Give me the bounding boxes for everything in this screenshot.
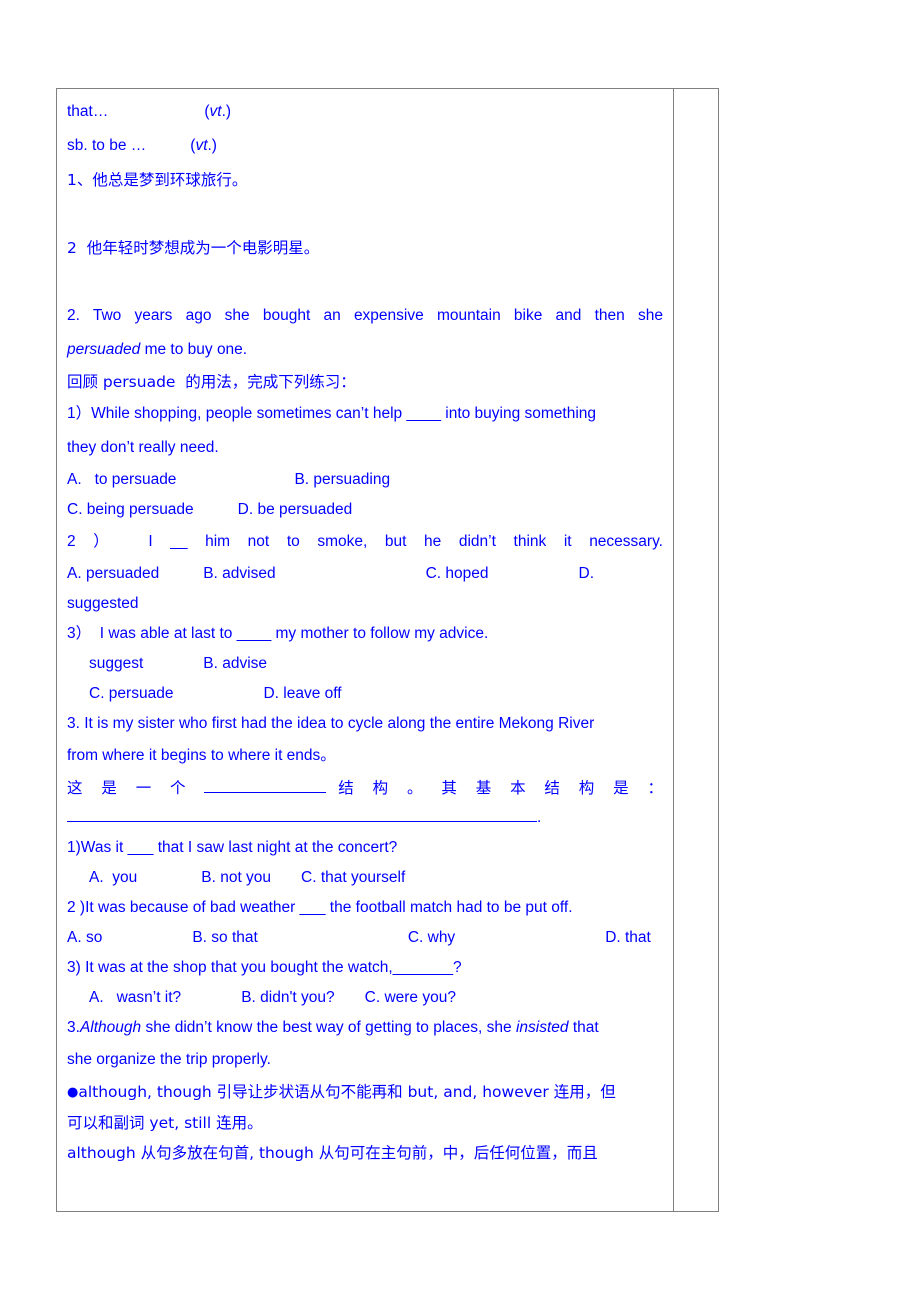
option-a-persuaded[interactable]: A. persuaded [67, 565, 159, 582]
sentence-4-tail: that [568, 1019, 599, 1036]
worksheet-table: that… (vt.) sb. to be … (vt.) 1、他总是梦到环球旅行。… [56, 88, 719, 1212]
blank-space [67, 197, 663, 231]
line-sentence-3-cont: from where it begins to where it ends。 [67, 747, 336, 764]
sentence-4-number: 3. [67, 1019, 80, 1036]
option-b-advised[interactable]: B. advised [203, 565, 275, 582]
line-that-vt: that… (vt.) [67, 95, 663, 129]
line-q3-options-cd: C. persuade D. leave off [67, 679, 663, 709]
word-although: Although [79, 1019, 142, 1036]
option-c-that-yourself[interactable]: C. that yourself [301, 869, 405, 886]
line-cleft-q2-options: A. so B. so that C. why D. that [67, 923, 663, 953]
line-q3-options-ab: suggest B. advise [67, 649, 663, 679]
line-note-although-1: ●although, though 引导让步状语从句不能再和 but, and,… [67, 1077, 663, 1108]
line-cleft-q3-options: A. wasn’t it? B. didn't you? C. were you? [67, 983, 663, 1013]
cn-structure-prefix: 这 是 一 个 [67, 779, 205, 797]
option-c-hoped[interactable]: C. hoped [426, 565, 489, 582]
blank-space [67, 265, 663, 299]
word-insisted: insisted [515, 1019, 569, 1036]
line-cn-structure-fill: 这 是 一 个 结 构 。 其 基 本 结 构 是 ： [67, 773, 663, 803]
line-cn-exercise-2: 2 他年轻时梦想成为一个电影明星。 [67, 239, 320, 257]
cn-structure-suffix: 结 构 。 其 基 本 结 构 是 ： [326, 779, 663, 797]
sentence-4-mid: she didn’t know the best way of getting … [141, 1019, 516, 1036]
structure-blank-period: . [537, 809, 542, 826]
line-q2-stem: 2 ） I __ him not to smoke, but he didn’t… [67, 533, 663, 550]
option-a-suggest[interactable]: suggest [89, 655, 143, 672]
line-q3-stem: 3） I was able at last to ____ my mother … [67, 625, 489, 642]
line-cn-review-persuade: 回顾 persuade 的用法，完成下列练习： [67, 373, 356, 391]
option-d-leave-off[interactable]: D. leave off [263, 685, 341, 702]
line-cn-exercise-1: 1、他总是梦到环球旅行。 [67, 171, 248, 189]
line-sentence-4: 3.Although she didn’t know the best way … [67, 1013, 663, 1043]
line-q1-stem: 1）While shopping, people sometimes can’t… [67, 405, 597, 422]
option-c-being-persuade[interactable]: C. being persuade [67, 501, 194, 518]
option-b-didnt-you[interactable]: B. didn't you? [241, 989, 334, 1006]
option-a-you[interactable]: A. you [89, 869, 137, 886]
word-persuaded: persuaded [67, 341, 141, 358]
option-d-be-persuaded[interactable]: D. be persuaded [238, 501, 353, 518]
main-content-body: that… (vt.) sb. to be … (vt.) 1、他总是梦到环球旅行。… [57, 89, 673, 1172]
table-row: that… (vt.) sb. to be … (vt.) 1、他总是梦到环球旅行。… [56, 88, 719, 1212]
line-cleft-q3-stem: 3) It was at the shop that you bought th… [67, 959, 462, 976]
line-q1-options-ab: A. to persuade B. persuading [67, 465, 663, 495]
line-q1-options-cd: C. being persuade D. be persuaded [67, 495, 663, 525]
line-cleft-q2-stem: 2 )It was because of bad weather ___ the… [67, 899, 573, 916]
line-structure-blank-row: . [67, 803, 663, 833]
line-cleft-q1-options: A. you B. not you C. that yourself [67, 863, 663, 893]
line-sentence-4-cont: she organize the trip properly. [67, 1051, 271, 1068]
line-q1-stem-cont: they don’t really need. [67, 439, 219, 456]
line-that-text: that… [67, 103, 109, 120]
line-cleft-q1-stem: 1)Was it ___ that I saw last night at th… [67, 839, 398, 856]
line-sentence-2: 2. Two years ago she bought an expensive… [67, 307, 663, 324]
note-although-text-1: although, though 引导让步状语从句不能再和 but, and, … [78, 1083, 616, 1101]
option-b-not-you[interactable]: B. not you [201, 869, 271, 886]
line-sb-pos: (vt.) [190, 137, 217, 154]
line-note-although-2: 可以和副词 yet, still 连用。 [67, 1114, 263, 1132]
line-sentence-2-tail: me to buy one. [140, 341, 248, 358]
line-note-although-3: although 从句多放在句首, though 从句可在主句前，中，后任何位置… [67, 1144, 598, 1162]
main-content-cell: that… (vt.) sb. to be … (vt.) 1、他总是梦到环球旅行。… [56, 88, 674, 1212]
line-sentence-2-cont: persuaded me to buy one. [67, 333, 663, 367]
side-note-body [674, 89, 718, 1211]
line-sentence-3: 3. It is my sister who first had the ide… [67, 715, 595, 732]
option-b-advise[interactable]: B. advise [203, 655, 267, 672]
option-b-persuading[interactable]: B. persuading [294, 471, 390, 488]
option-b-so-that[interactable]: B. so that [192, 929, 257, 946]
option-a-so[interactable]: A. so [67, 929, 102, 946]
option-d-that[interactable]: D. that [605, 929, 651, 946]
line-q2-options: A. persuaded B. advised C. hoped D. suggest… [67, 559, 663, 619]
line-sb-to-be: sb. to be … (vt.) [67, 129, 663, 163]
option-c-why[interactable]: C. why [408, 929, 455, 946]
option-c-persuade[interactable]: C. persuade [89, 685, 173, 702]
line-sb-text: sb. to be … [67, 137, 147, 154]
worksheet-page: that… (vt.) sb. to be … (vt.) 1、他总是梦到环球旅行。… [0, 0, 920, 1302]
option-a-wasnt-it[interactable]: A. wasn’t it? [89, 989, 181, 1006]
option-c-were-you[interactable]: C. were you? [365, 989, 456, 1006]
option-a-to-persuade[interactable]: A. to persuade [67, 471, 176, 488]
side-note-cell [673, 88, 719, 1212]
fill-blank-long[interactable] [67, 821, 537, 822]
fill-blank-structure[interactable] [204, 792, 327, 793]
line-that-pos: (vt.) [204, 103, 232, 120]
bullet-icon: ● [67, 1085, 79, 1100]
